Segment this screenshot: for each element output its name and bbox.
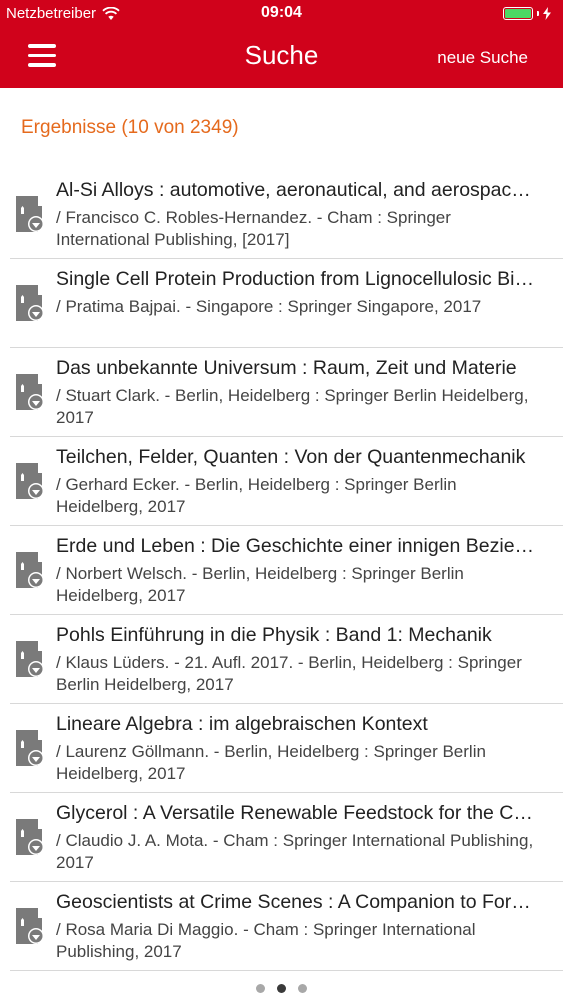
result-title: Al-Si Alloys : automotive, aeronautical,…: [56, 179, 541, 201]
page-dot[interactable]: [298, 984, 307, 993]
result-meta: / Claudio J. A. Mota. - Cham : Springer …: [56, 831, 534, 872]
result-item[interactable]: Al-Si Alloys : automotive, aeronautical,…: [10, 170, 563, 259]
ebook-download-icon: [12, 461, 48, 501]
status-bar: Netzbetreiber 09:04: [0, 0, 563, 28]
ebook-download-icon: [12, 728, 48, 768]
nav-bar: Suche neue Suche: [0, 28, 563, 88]
result-meta: / Stuart Clark. - Berlin, Heidelberg : S…: [56, 386, 529, 427]
result-title: Pohls Einführung in die Physik : Band 1:…: [56, 624, 492, 646]
results-list: Al-Si Alloys : automotive, aeronautical,…: [0, 170, 563, 971]
result-title: Single Cell Protein Production from Lign…: [56, 268, 541, 290]
result-item[interactable]: Geoscientists at Crime Scenes : A Compan…: [10, 882, 563, 971]
battery-icon: [503, 7, 533, 20]
page-dot[interactable]: [277, 984, 286, 993]
ebook-download-icon: [12, 817, 48, 857]
ebook-download-icon: [12, 639, 48, 679]
charging-icon: [543, 7, 551, 20]
result-title: Glycerol : A Versatile Renewable Feedsto…: [56, 802, 541, 824]
result-meta: / Francisco C. Robles-Hernandez. - Cham …: [56, 208, 451, 249]
results-count: Ergebnisse (10 von 2349): [21, 117, 239, 138]
result-meta: / Pratima Bajpai. - Singapore : Springer…: [56, 297, 482, 316]
result-title: Teilchen, Felder, Quanten : Von der Quan…: [56, 446, 526, 468]
result-item[interactable]: Glycerol : A Versatile Renewable Feedsto…: [10, 793, 563, 882]
result-meta: / Klaus Lüders. - 21. Aufl. 2017. - Berl…: [56, 653, 522, 694]
result-item[interactable]: Teilchen, Felder, Quanten : Von der Quan…: [10, 437, 563, 526]
new-search-button[interactable]: neue Suche: [437, 48, 528, 68]
ebook-download-icon: [12, 550, 48, 590]
battery: [503, 7, 551, 20]
result-meta: / Norbert Welsch. - Berlin, Heidelberg :…: [56, 564, 464, 605]
result-title: Geoscientists at Crime Scenes : A Compan…: [56, 891, 541, 913]
result-meta: / Laurenz Göllmann. - Berlin, Heidelberg…: [56, 742, 486, 783]
result-item[interactable]: Erde und Leben : Die Geschichte einer in…: [10, 526, 563, 615]
result-item[interactable]: Pohls Einführung in die Physik : Band 1:…: [10, 615, 563, 704]
ebook-download-icon: [12, 372, 48, 412]
result-item[interactable]: Das unbekannte Universum : Raum, Zeit un…: [10, 348, 563, 437]
ebook-download-icon: [12, 283, 48, 323]
ebook-download-icon: [12, 194, 48, 234]
ebook-download-icon: [12, 906, 48, 946]
page-indicator[interactable]: [0, 984, 563, 993]
result-meta: / Rosa Maria Di Maggio. - Cham : Springe…: [56, 920, 476, 961]
result-meta: / Gerhard Ecker. - Berlin, Heidelberg : …: [56, 475, 457, 516]
result-title: Lineare Algebra : im algebraischen Konte…: [56, 713, 428, 735]
result-item[interactable]: Lineare Algebra : im algebraischen Konte…: [10, 704, 563, 793]
result-title: Das unbekannte Universum : Raum, Zeit un…: [56, 357, 517, 379]
page-dot[interactable]: [256, 984, 265, 993]
clock: 09:04: [261, 4, 302, 21]
result-item[interactable]: Single Cell Protein Production from Lign…: [10, 259, 563, 348]
result-title: Erde und Leben : Die Geschichte einer in…: [56, 535, 541, 557]
